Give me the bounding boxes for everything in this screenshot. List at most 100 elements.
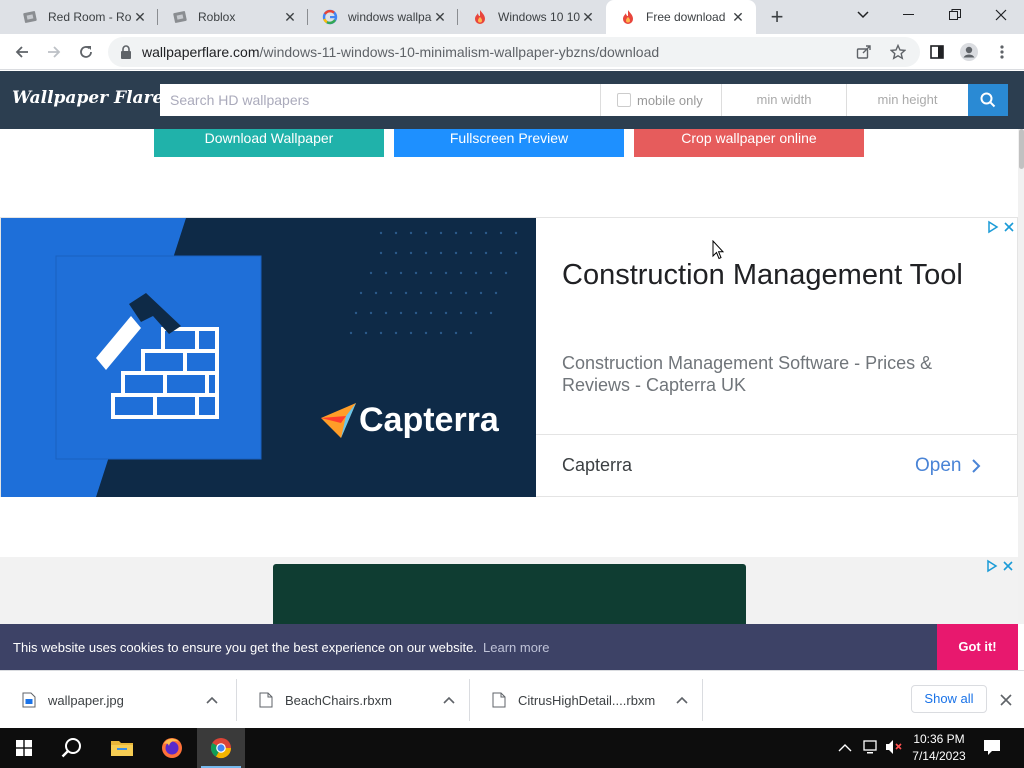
cookie-banner: This website uses cookies to ensure you … (0, 624, 1018, 670)
browser-toolbar: wallpaperflare.com/windows-11-windows-10… (0, 34, 1024, 70)
chevron-up-icon[interactable] (443, 696, 455, 704)
show-all-downloads-button[interactable]: Show all (911, 685, 987, 713)
download-item[interactable]: wallpaper.jpg (0, 671, 234, 729)
mobile-only-filter[interactable]: mobile only (601, 84, 722, 116)
browser-menu-icon[interactable] (988, 38, 1016, 66)
reload-icon[interactable] (72, 38, 100, 66)
download-item[interactable]: CitrusHighDetail....rbxm (470, 671, 704, 729)
url-text[interactable]: wallpaperflare.com/windows-11-windows-10… (142, 44, 659, 60)
download-filename: CitrusHighDetail....rbxm (518, 692, 656, 708)
show-hidden-icons-chevron-icon[interactable] (838, 740, 852, 758)
crop-wallpaper-button[interactable]: Crop wallpaper online (634, 129, 864, 157)
clock-date: 7/14/2023 (912, 749, 966, 763)
ad-image[interactable]: Capterra (1, 218, 536, 497)
file-icon (259, 692, 273, 708)
ad-description[interactable]: Construction Management Software - Price… (562, 352, 982, 396)
clock-time: 10:36 PM (913, 732, 965, 746)
taskbar-search-icon[interactable] (48, 728, 96, 768)
ad-headline[interactable]: Construction Management Tool (562, 256, 982, 295)
tab-roblox[interactable]: Roblox ✕ (158, 0, 308, 34)
close-window-icon[interactable] (978, 0, 1024, 30)
scrollbar-thumb[interactable] (1019, 129, 1024, 169)
lock-icon[interactable] (120, 45, 132, 64)
bookmark-star-icon[interactable] (889, 43, 907, 65)
cookie-learn-more-link[interactable]: Learn more (483, 640, 549, 655)
side-panel-icon[interactable] (923, 38, 951, 66)
taskbar-clock[interactable]: 10:36 PM 7/14/2023 (906, 731, 972, 765)
firefox-icon[interactable] (148, 728, 196, 768)
windows-start-icon[interactable] (0, 728, 48, 768)
download-filename: BeachChairs.rbxm (285, 692, 392, 708)
flame-favicon-icon (472, 9, 488, 25)
tab-close-icon[interactable]: ✕ (730, 9, 746, 25)
url-path: /windows-11-windows-10-minimalism-wallpa… (259, 44, 660, 60)
chrome-taskbar-icon[interactable] (197, 728, 245, 768)
image-file-icon (22, 692, 36, 708)
second-ad-image[interactable] (273, 564, 746, 624)
url-host: wallpaperflare.com (142, 44, 260, 60)
tab-search-chevron-icon[interactable] (840, 0, 886, 30)
close-downloads-bar-icon[interactable] (996, 690, 1016, 710)
notifications-icon[interactable] (982, 737, 1002, 762)
tab-title: Red Room - Roblox (48, 10, 132, 24)
tab-title: windows wallpaper (348, 10, 432, 24)
share-icon[interactable] (856, 44, 872, 65)
fullscreen-preview-button[interactable]: Fullscreen Preview (394, 129, 624, 157)
address-bar[interactable]: wallpaperflare.com/windows-11-windows-10… (108, 37, 920, 67)
download-item[interactable]: BeachChairs.rbxm (237, 671, 471, 729)
ad-advertiser[interactable]: Capterra (562, 455, 632, 476)
page-content: Download Wallpaper Fullscreen Preview Cr… (0, 129, 1018, 624)
capterra-logo-text: Capterra (359, 401, 500, 439)
cookie-message: This website uses cookies to ensure you … (13, 640, 477, 655)
site-logo[interactable]: Wallpaper Flare (12, 88, 163, 108)
flame-favicon-icon (620, 9, 636, 25)
construction-ad-graphic: Capterra (1, 218, 536, 497)
roblox-favicon-icon (172, 9, 188, 25)
search-input[interactable]: Search HD wallpapers (160, 84, 601, 116)
tab-windows-10k[interactable]: Windows 10 10K ✕ (458, 0, 606, 34)
profile-avatar-icon[interactable] (955, 38, 983, 66)
mobile-only-checkbox[interactable] (617, 93, 631, 107)
mouse-cursor-icon (712, 239, 725, 265)
ad-choices-icon[interactable] (986, 559, 1016, 573)
cookie-accept-button[interactable]: Got it! (937, 624, 1018, 670)
file-explorer-icon[interactable] (98, 728, 146, 768)
tab-free-download-active[interactable]: Free download ✕ (606, 0, 756, 34)
roblox-favicon-icon (22, 9, 38, 25)
mobile-only-label: mobile only (637, 92, 703, 108)
tab-title: Free download (646, 10, 726, 24)
tab-google-search[interactable]: windows wallpaper ✕ (308, 0, 458, 34)
min-height-input[interactable]: min height (847, 84, 968, 116)
ad-open-label: Open (915, 455, 962, 476)
search-button[interactable] (968, 84, 1008, 116)
minimize-window-icon[interactable] (886, 0, 932, 30)
site-header: Wallpaper Flare Search HD wallpapers mob… (0, 71, 1024, 129)
chevron-up-icon[interactable] (676, 696, 688, 704)
chevron-right-icon (972, 459, 981, 473)
ad-open-button[interactable]: Open (915, 455, 983, 477)
ad-choices-icon[interactable] (987, 220, 1017, 234)
chevron-up-icon[interactable] (206, 696, 218, 704)
windows-taskbar: 10:36 PM 7/14/2023 (0, 728, 1024, 768)
page-scrollbar[interactable] (1018, 129, 1024, 624)
tab-close-icon[interactable]: ✕ (432, 9, 448, 25)
tab-strip: Red Room - Roblox ✕ Roblox ✕ windows wal… (0, 0, 1024, 34)
restore-window-icon[interactable] (932, 0, 978, 30)
volume-muted-icon[interactable] (885, 739, 903, 760)
tab-red-room-roblox[interactable]: Red Room - Roblox ✕ (8, 0, 158, 34)
capterra-ad[interactable]: Capterra Construction Management Tool Co… (0, 217, 1018, 497)
tab-close-icon[interactable]: ✕ (580, 9, 596, 25)
downloads-bar: wallpaper.jpg BeachChairs.rbxm CitrusHig… (0, 670, 1024, 728)
tab-close-icon[interactable]: ✕ (282, 9, 298, 25)
forward-arrow-icon[interactable] (40, 38, 68, 66)
second-ad-slot[interactable] (0, 557, 1018, 624)
network-icon[interactable] (862, 739, 880, 760)
search-icon (980, 92, 996, 108)
file-icon (492, 692, 506, 708)
back-arrow-icon[interactable] (8, 38, 36, 66)
tab-close-icon[interactable]: ✕ (132, 9, 148, 25)
new-tab-button[interactable]: + (764, 4, 790, 30)
download-wallpaper-button[interactable]: Download Wallpaper (154, 129, 384, 157)
download-divider (702, 679, 703, 721)
min-width-input[interactable]: min width (722, 84, 847, 116)
